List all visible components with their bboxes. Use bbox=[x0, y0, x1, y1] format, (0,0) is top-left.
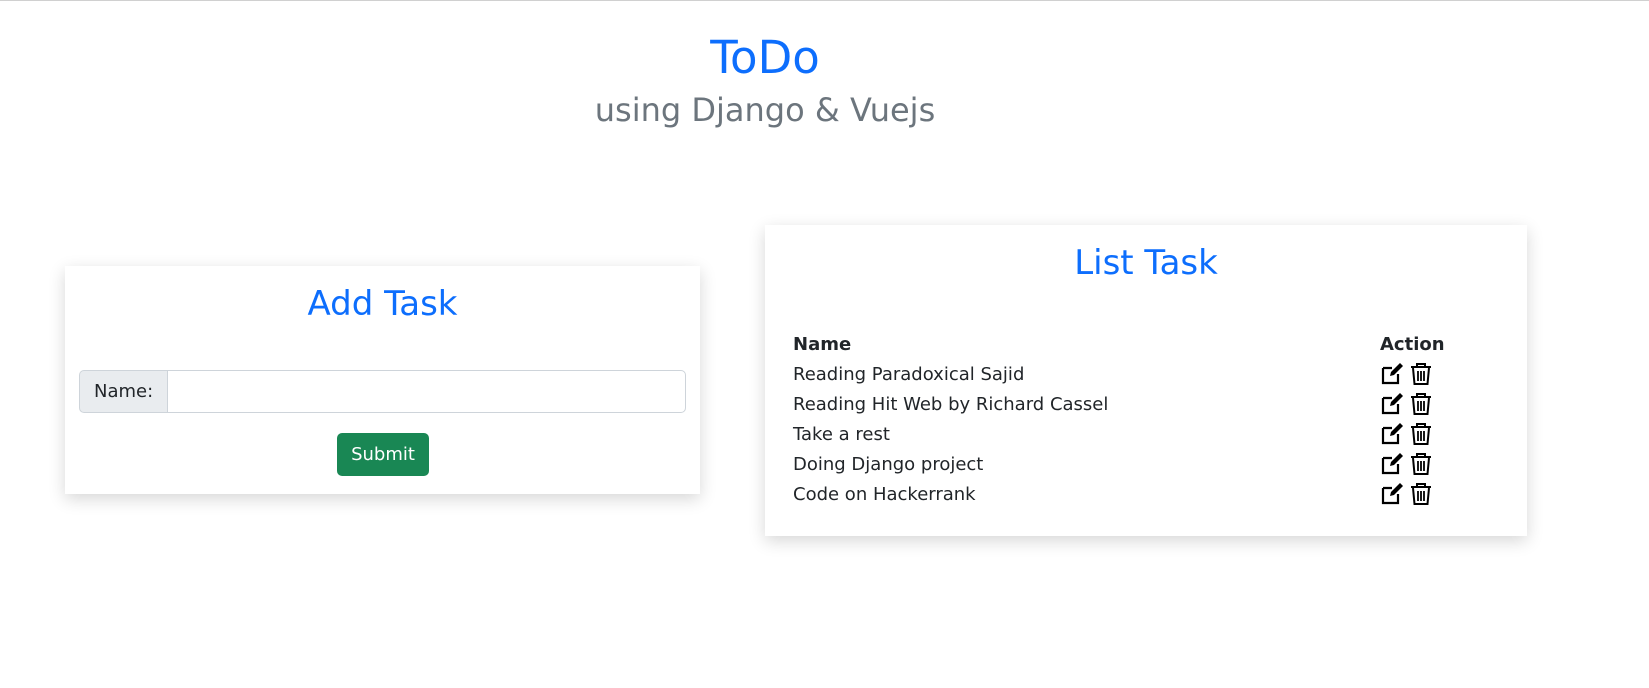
name-label: Name: bbox=[79, 370, 168, 413]
task-actions bbox=[1380, 449, 1520, 479]
trash-icon[interactable] bbox=[1409, 452, 1433, 476]
add-task-card: Add Task Name: Submit bbox=[65, 266, 700, 494]
top-border bbox=[0, 0, 1649, 1]
table-row: Doing Django project bbox=[793, 449, 1520, 479]
column-header-action: Action bbox=[1380, 333, 1445, 355]
edit-icon[interactable] bbox=[1380, 452, 1404, 476]
table-row: Take a rest bbox=[793, 419, 1520, 449]
task-table: Name Action Reading Paradoxical Sajid Re… bbox=[793, 329, 1520, 509]
table-row: Code on Hackerrank bbox=[793, 479, 1520, 509]
table-header-row: Name Action bbox=[793, 329, 1520, 359]
trash-icon[interactable] bbox=[1409, 362, 1433, 386]
task-name-input[interactable] bbox=[167, 370, 686, 413]
name-input-group: Name: bbox=[79, 370, 686, 413]
task-actions bbox=[1380, 479, 1520, 509]
submit-button[interactable]: Submit bbox=[337, 433, 429, 476]
edit-icon[interactable] bbox=[1380, 482, 1404, 506]
page-subtitle: using Django & Vuejs bbox=[594, 91, 936, 129]
column-header-name: Name bbox=[793, 333, 852, 355]
list-task-title: List Task bbox=[1074, 243, 1218, 283]
edit-icon[interactable] bbox=[1380, 362, 1404, 386]
trash-icon[interactable] bbox=[1409, 422, 1433, 446]
edit-icon[interactable] bbox=[1380, 422, 1404, 446]
task-actions bbox=[1380, 419, 1520, 449]
task-name: Take a rest bbox=[793, 423, 890, 445]
task-name: Code on Hackerrank bbox=[793, 483, 976, 505]
task-name: Reading Hit Web by Richard Cassel bbox=[793, 393, 1109, 415]
trash-icon[interactable] bbox=[1409, 392, 1433, 416]
add-task-title: Add Task bbox=[307, 284, 458, 324]
task-actions bbox=[1380, 389, 1520, 419]
list-task-card: List Task Name Action Reading Paradoxica… bbox=[765, 225, 1527, 536]
page-title: ToDo bbox=[710, 31, 820, 84]
task-name: Doing Django project bbox=[793, 453, 984, 475]
edit-icon[interactable] bbox=[1380, 392, 1404, 416]
task-actions bbox=[1380, 359, 1520, 389]
table-row: Reading Hit Web by Richard Cassel bbox=[793, 389, 1520, 419]
table-row: Reading Paradoxical Sajid bbox=[793, 359, 1520, 389]
page-header: ToDo using Django & Vuejs bbox=[0, 28, 1530, 132]
trash-icon[interactable] bbox=[1409, 482, 1433, 506]
task-name: Reading Paradoxical Sajid bbox=[793, 363, 1025, 385]
